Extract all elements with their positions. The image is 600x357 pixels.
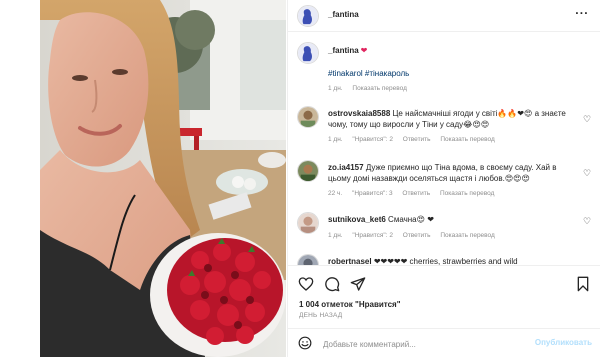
author-username[interactable]: _fantina [328, 10, 359, 19]
comment-like-heart-icon[interactable]: ♡ [583, 168, 593, 178]
comment-item: robertnasel ❤❤❤❤❤ cherries, strawberries… [288, 254, 600, 265]
publish-button[interactable]: Опубликовать [535, 338, 592, 347]
comment-meta: 1 дн. "Нравится": 2 Ответить Показать пе… [328, 232, 503, 239]
comment-reply-button[interactable]: Ответить [403, 232, 431, 239]
comment-body: zo.ia4157 Дуже приємно що Тіна вдома, в … [328, 162, 578, 184]
add-comment-box: Опубликовать [288, 328, 600, 357]
comment-time: 22 ч. [328, 190, 343, 197]
comment-translate-link[interactable]: Показать перевод [440, 190, 494, 197]
comment-username[interactable]: robertnasel [328, 257, 372, 265]
bookmark-icon[interactable] [575, 276, 591, 292]
caption-hashtags[interactable]: #tinakarol #тінакароль [328, 69, 409, 78]
caption-username[interactable]: _fantina ❤ [328, 46, 367, 55]
post-time: ДЕНЬ НАЗАД [299, 312, 343, 319]
comment-meta: 22 ч. "Нравится": 3 Ответить Показать пе… [328, 190, 502, 197]
comment-body: ostrovskaia8588 Це найсмачніші ягоди у с… [328, 108, 578, 130]
caption-time: 1 дн. [328, 85, 343, 92]
comment-body: robertnasel ❤❤❤❤❤ cherries, strawberries… [328, 256, 578, 265]
smiley-icon[interactable] [298, 336, 312, 350]
caption-avatar[interactable] [297, 42, 319, 64]
caption-translate-link[interactable]: Показать перевод [352, 85, 406, 92]
post-panel: _fantina ··· _fantina ❤ #tinakarol #тінак… [287, 0, 600, 357]
comment-username[interactable]: sutnikova_ket6 [328, 215, 386, 224]
comment-username[interactable]: zo.ia4157 [328, 163, 364, 172]
like-heart-icon[interactable] [298, 276, 314, 292]
comment-bubble-icon[interactable] [324, 276, 340, 292]
post-header: _fantina ··· [288, 0, 600, 32]
comment-time: 1 дн. [328, 232, 343, 239]
comment-translate-link[interactable]: Показать перевод [440, 232, 494, 239]
likes-count[interactable]: 1 004 отметок "Нравится" [299, 300, 401, 309]
post-photo[interactable] [40, 0, 286, 357]
more-options-icon[interactable]: ··· [575, 7, 589, 22]
author-avatar[interactable] [297, 5, 319, 27]
comment-body: sutnikova_ket6 Смачна😍 ❤ [328, 214, 578, 225]
comment-time: 1 дн. [328, 136, 343, 143]
post-image [40, 0, 286, 357]
comment-reply-button[interactable]: Ответить [402, 190, 430, 197]
paper-plane-icon[interactable] [350, 276, 366, 292]
comment-translate-link[interactable]: Показать перевод [440, 136, 494, 143]
commenter-avatar[interactable] [297, 212, 319, 234]
commenter-avatar[interactable] [297, 160, 319, 182]
comment-likes-count[interactable]: "Нравится": 3 [352, 190, 393, 197]
commenter-avatar[interactable] [297, 106, 319, 128]
post-actions-bar [288, 265, 600, 300]
comment-text: Смачна😍 ❤ [388, 215, 434, 224]
comment-text: ❤❤❤❤❤ cherries, strawberries and wild [373, 257, 518, 265]
comment-input[interactable] [323, 337, 523, 351]
comment-likes-count[interactable]: "Нравится": 2 [352, 136, 393, 143]
comment-likes-count[interactable]: "Нравится": 2 [352, 232, 393, 239]
caption-meta: 1 дн. Показать перевод [328, 85, 415, 92]
comment-like-heart-icon[interactable]: ♡ [583, 114, 593, 124]
commenter-avatar[interactable] [297, 254, 319, 265]
comment-meta: 1 дн. "Нравится": 2 Ответить Показать пе… [328, 136, 503, 143]
caption-username-text[interactable]: _fantina [328, 46, 359, 55]
comment-reply-button[interactable]: Ответить [403, 136, 431, 143]
comment-like-heart-icon[interactable]: ♡ [583, 216, 593, 226]
comment-username[interactable]: ostrovskaia8588 [328, 109, 390, 118]
heart-emoji-icon: ❤ [360, 46, 368, 55]
